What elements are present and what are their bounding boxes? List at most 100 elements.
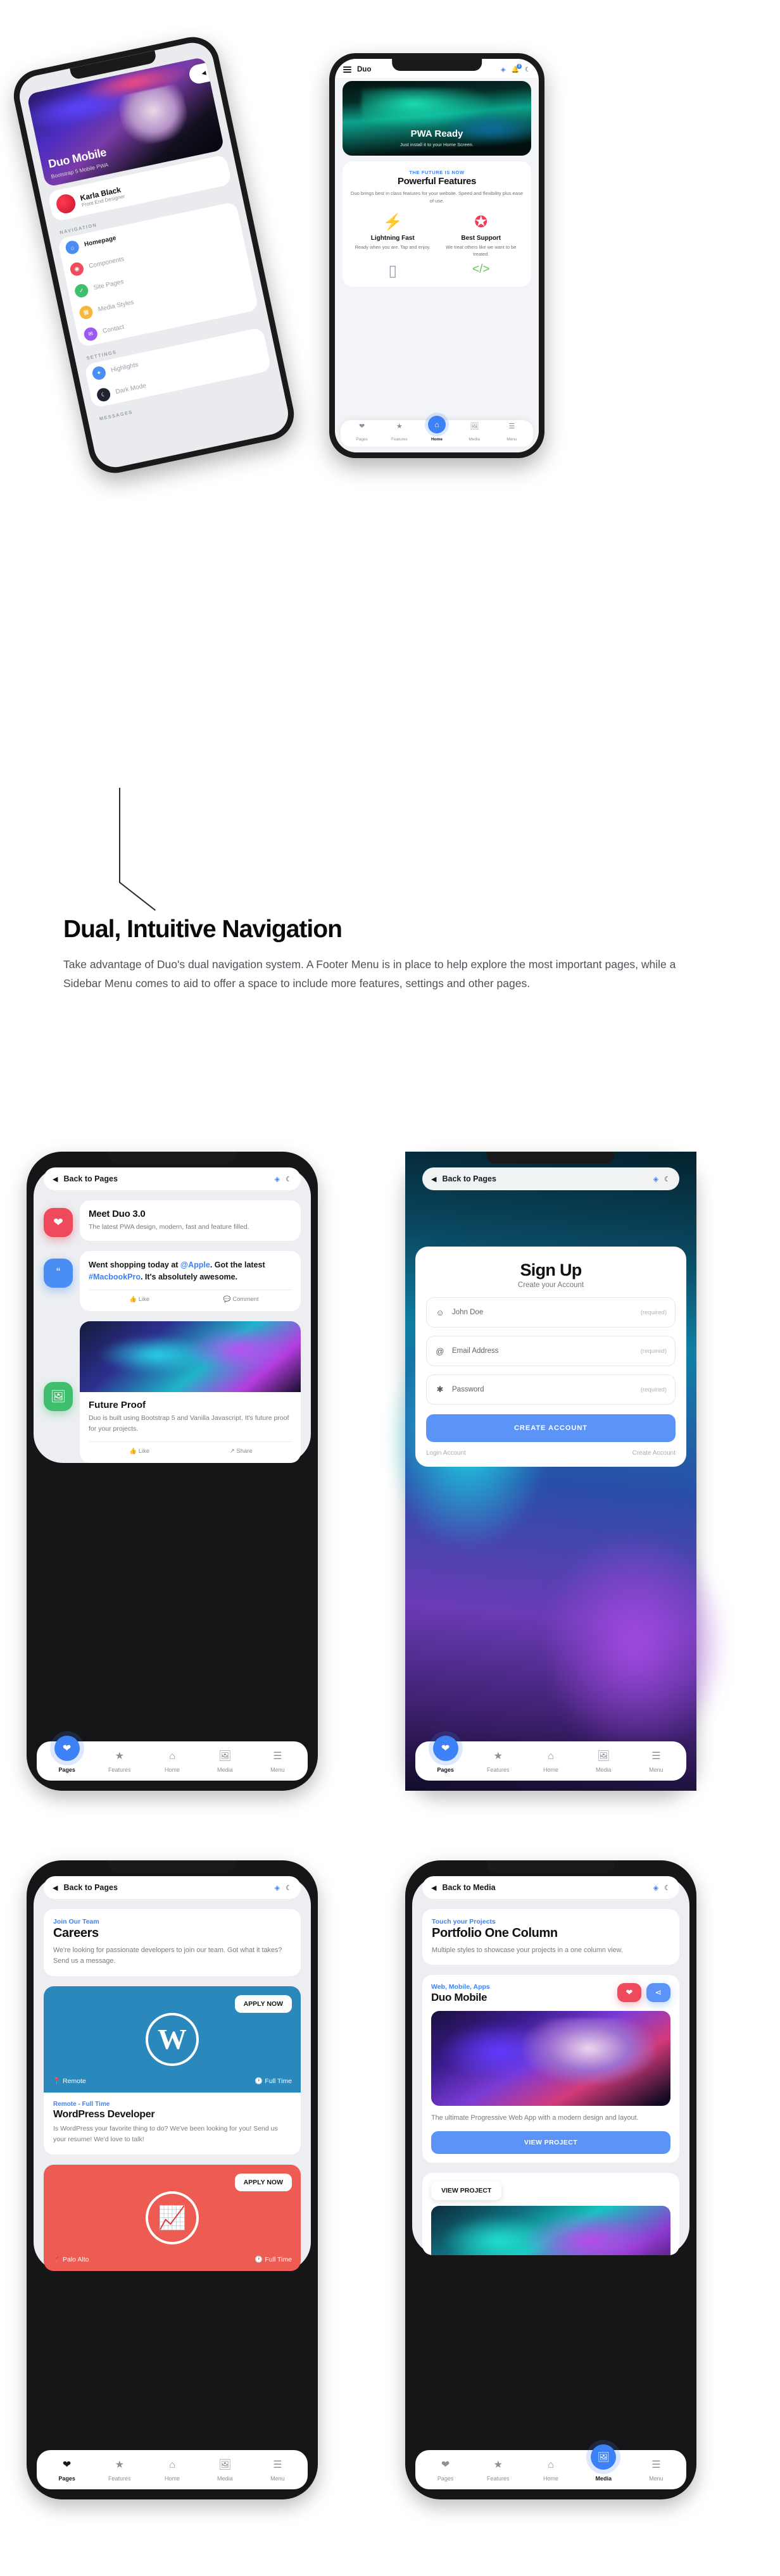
feature-lightning-fast[interactable]: ⚡ Lightning Fast Ready when you are. Tap… <box>350 213 436 259</box>
tab-home[interactable]: ⌂ Home <box>146 1752 198 1775</box>
tweet-mention[interactable]: @Apple <box>180 1260 210 1269</box>
job-header: APPLY NOW 📈 📍 Palo Alto 🕐 Full Time <box>44 2164 301 2271</box>
tab-home[interactable]: ⌂ Home <box>524 1752 577 1775</box>
password-field[interactable]: ✱ Password (required) <box>426 1374 676 1405</box>
back-icon[interactable]: ◀ <box>53 1884 58 1892</box>
tab-features[interactable]: ★ Features <box>381 423 418 444</box>
field-value: John Doe <box>452 1309 484 1316</box>
job-location: 📍 Remote <box>53 2077 86 2085</box>
name-field[interactable]: ☺ John Doe (required) <box>426 1297 676 1328</box>
tab-features[interactable]: ★ Features <box>472 1752 524 1775</box>
palette-icon[interactable]: ◈ <box>501 66 506 73</box>
project-card-duo-mobile[interactable]: Web, Mobile, Apps Duo Mobile ❤ ⋖ The ult… <box>422 1975 679 2163</box>
share-action[interactable]: ↗ Share <box>191 1448 292 1455</box>
signup-card: Sign Up Create your Account ☺ John Doe (… <box>415 1247 686 1467</box>
tab-label: Pages <box>437 1767 454 1773</box>
like-action[interactable]: 👍 Like <box>89 1296 191 1303</box>
tab-pages[interactable]: ❤ Pages <box>419 1736 472 1775</box>
card-future-proof[interactable]: 🖼 Future Proof Duo is built using Bootst… <box>44 1321 301 1463</box>
features-card: THE FUTURE IS NOW Powerful Features Duo … <box>343 161 531 287</box>
tab-menu[interactable]: ☰ Menu <box>630 1752 682 1775</box>
tab-home[interactable]: ⌂ Home <box>524 2460 577 2484</box>
moon-icon[interactable]: ☾ <box>286 1884 292 1892</box>
like-action[interactable]: 👍 Like <box>89 1448 191 1455</box>
palette-icon[interactable]: ◈ <box>653 1884 658 1892</box>
hamburger-icon[interactable] <box>343 66 351 73</box>
tab-media[interactable]: 🖼 Media <box>577 1752 630 1775</box>
tab-media[interactable]: 🖼 Media <box>577 2444 630 2484</box>
tab-menu[interactable]: ☰ Menu <box>493 423 531 444</box>
tab-label: Home <box>431 437 443 442</box>
palette-icon[interactable]: ◈ <box>275 1175 280 1183</box>
tab-media[interactable]: 🖼 Media <box>199 1752 251 1775</box>
create-account-button[interactable]: CREATE ACCOUNT <box>426 1414 676 1442</box>
code-icon: </> <box>472 263 490 277</box>
palette-icon[interactable]: ◈ <box>275 1884 280 1892</box>
share-icon[interactable]: ⋖ <box>646 1983 670 2003</box>
feature-best-support[interactable]: ✪ Best Support We treat others like we w… <box>439 213 524 259</box>
back-label[interactable]: Back to Pages <box>63 1883 268 1892</box>
tab-pages[interactable]: ❤ Pages <box>343 423 381 444</box>
tab-menu[interactable]: ☰ Menu <box>251 2460 304 2484</box>
create-account-link[interactable]: Create Account <box>632 1450 676 1457</box>
back-icon[interactable]: ◀ <box>53 1175 58 1183</box>
phone-mockup-home: Duo ◈ 🔔 3 ☾ PWA Ready Just install it to … <box>329 53 544 458</box>
moon-icon[interactable]: ☾ <box>664 1175 670 1183</box>
wordpress-icon: W <box>146 2012 199 2066</box>
tab-features[interactable]: ★ Features <box>93 1752 146 1775</box>
email-field[interactable]: @ Email Address (required) <box>426 1336 676 1366</box>
menu-icon: ☰ <box>273 1751 282 1762</box>
tab-label: Pages <box>58 2475 75 2482</box>
back-label[interactable]: Back to Pages <box>63 1174 268 1183</box>
tab-home[interactable]: ⌂ Home <box>418 416 455 444</box>
job-eyebrow: Remote - Full Time <box>53 2100 110 2108</box>
tab-media[interactable]: 🖼 Media <box>456 423 493 444</box>
back-icon[interactable]: ◀ <box>431 1884 436 1892</box>
phone-mockup-careers: ◀ Back to Pages ◈ ☾ Join Our Team Career… <box>27 1860 318 2499</box>
screen-topbar: ◀ Back to Pages ◈ ☾ <box>44 1167 301 1190</box>
job-card-second[interactable]: APPLY NOW 📈 📍 Palo Alto 🕐 Full Time <box>44 2164 301 2271</box>
tab-media[interactable]: 🖼 Media <box>199 2460 251 2484</box>
media-desc: Duo is built using Bootstrap 5 and Vanil… <box>89 1414 289 1433</box>
hero-arrow-icon[interactable]: ◀ <box>187 60 220 85</box>
components-icon: ◉ <box>69 261 85 277</box>
view-project-button[interactable]: VIEW PROJECT <box>431 2131 670 2154</box>
job-time: 🕐 Full Time <box>255 2077 292 2085</box>
tab-features[interactable]: ★ Features <box>472 2460 524 2484</box>
tab-pages[interactable]: ❤ Pages <box>419 2460 472 2484</box>
tab-menu[interactable]: ☰ Menu <box>630 2460 682 2484</box>
comment-action[interactable]: 💬 Comment <box>191 1296 292 1303</box>
moon-icon[interactable]: ☾ <box>286 1175 292 1183</box>
back-icon[interactable]: ◀ <box>431 1175 436 1183</box>
project-card-second[interactable]: VIEW PROJECT <box>422 2172 679 2255</box>
tab-pages[interactable]: ❤ Pages <box>41 2460 93 2484</box>
lightning-icon: ⚡ <box>382 213 403 231</box>
feature-code[interactable]: </> <box>439 262 524 280</box>
field-required: (required) <box>640 1347 667 1355</box>
tweet-actions: 👍 Like 💬 Comment <box>89 1290 292 1303</box>
pwa-hero-card[interactable]: PWA Ready Just install it to your Home S… <box>343 81 531 156</box>
tweet-hashtag[interactable]: #MacbookPro <box>89 1272 141 1281</box>
back-label[interactable]: Back to Media <box>442 1883 647 1892</box>
apply-now-button[interactable]: APPLY NOW <box>234 2173 292 2191</box>
tab-pages[interactable]: ❤ Pages <box>41 1736 93 1775</box>
tab-home[interactable]: ⌂ Home <box>146 2460 198 2484</box>
bell-icon[interactable]: 🔔 3 <box>512 63 522 73</box>
moon-icon[interactable]: ☾ <box>525 66 531 73</box>
back-label[interactable]: Back to Pages <box>442 1174 647 1183</box>
card-tweet[interactable]: “ Went shopping today at @Apple. Got the… <box>44 1250 301 1312</box>
moon-icon[interactable]: ☾ <box>664 1884 670 1892</box>
tab-menu[interactable]: ☰ Menu <box>251 1752 304 1775</box>
view-project-button[interactable]: VIEW PROJECT <box>431 2181 502 2200</box>
like-icon[interactable]: ❤ <box>617 1983 641 2003</box>
tweet-part: Went shopping today at <box>89 1260 180 1269</box>
menu-icon: ☰ <box>651 1751 661 1762</box>
feature-mobile[interactable]: ▯ <box>350 262 436 280</box>
login-account-link[interactable]: Login Account <box>426 1450 466 1457</box>
palette-icon[interactable]: ◈ <box>653 1175 658 1183</box>
apply-now-button[interactable]: APPLY NOW <box>234 1994 292 2013</box>
sidebar-item-label: Dark Mode <box>115 382 147 396</box>
tab-features[interactable]: ★ Features <box>93 2460 146 2484</box>
job-card-wordpress[interactable]: APPLY NOW W 📍 Remote 🕐 Full Time Remote … <box>44 1986 301 2155</box>
card-meet-duo[interactable]: ❤ Meet Duo 3.0 The latest PWA design, mo… <box>44 1200 301 1241</box>
